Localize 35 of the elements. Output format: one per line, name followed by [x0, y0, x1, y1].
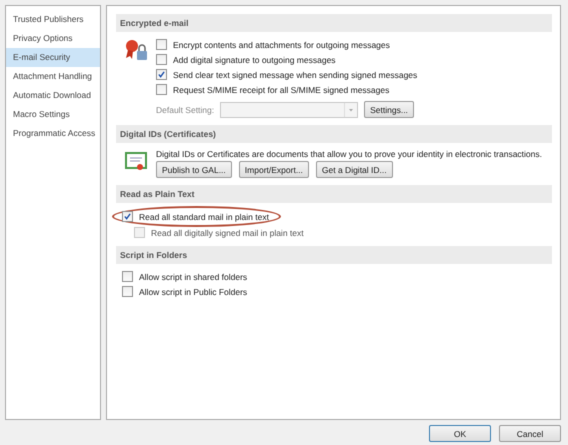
checkbox[interactable]: Allow script in Public Folders — [122, 285, 248, 298]
checkbox-label: Send clear text signed message when sending signed messages — [173, 70, 418, 80]
checkbox-label: Allow script in shared folders — [139, 272, 248, 282]
checkbox-label: Read all digitally signed mail in plain text — [151, 228, 304, 238]
sidebar-item[interactable]: Attachment Handling — [6, 67, 100, 86]
sidebar-item[interactable]: Programmatic Access — [6, 124, 100, 143]
sidebar-item[interactable]: Automatic Download — [6, 86, 100, 105]
sidebar-item[interactable]: Privacy Options — [6, 29, 100, 48]
sidebar-item[interactable]: Trusted Publishers — [6, 10, 100, 29]
action-button[interactable]: Import/Export... — [238, 161, 309, 178]
section-header: Read as Plain Text — [116, 185, 552, 203]
checkbox-label: Request S/MIME receipt for all S/MIME signed messages — [173, 84, 390, 94]
checkbox[interactable]: Add digital signature to outgoing messages — [156, 53, 336, 66]
dialog-button[interactable]: OK — [429, 425, 491, 442]
checkbox[interactable]: Read all standard mail in plain text — [122, 210, 269, 223]
sidebar-item[interactable]: Macro Settings — [6, 105, 100, 124]
description-text: Digital IDs or Certificates are documents that allow you to prove your identity in electronic transactions. — [156, 149, 543, 159]
checkbox[interactable]: Encrypt contents and attachments for outgoing messages — [156, 38, 390, 51]
section-header: Script in Folders — [116, 246, 552, 264]
checkbox[interactable]: Request S/MIME receipt for all S/MIME signed messages — [156, 83, 390, 96]
field-label: Default Setting: — [156, 104, 214, 114]
checkbox-label: Read all standard mail in plain text — [139, 212, 269, 222]
checkbox-label: Allow script in Public Folders — [139, 286, 248, 296]
checkbox-label: Encrypt contents and attachments for outgoing messages — [173, 40, 390, 50]
action-button[interactable]: Get a Digital ID... — [316, 161, 393, 178]
checkbox-label: Add digital signature to outgoing messages — [173, 54, 336, 64]
checkbox[interactable]: Send clear text signed message when sending signed messages — [156, 68, 418, 81]
action-button[interactable]: Publish to GAL... — [156, 161, 232, 178]
sidebar-item[interactable]: E-mail Security — [6, 48, 100, 67]
section-header: Encrypted e-mail — [116, 14, 552, 32]
dialog-button[interactable]: Cancel — [499, 425, 561, 442]
check-icon — [124, 213, 131, 220]
section-header: Digital IDs (Certificates) — [116, 125, 552, 143]
check-icon — [158, 71, 165, 78]
checkbox[interactable]: Allow script in shared folders — [122, 270, 248, 283]
